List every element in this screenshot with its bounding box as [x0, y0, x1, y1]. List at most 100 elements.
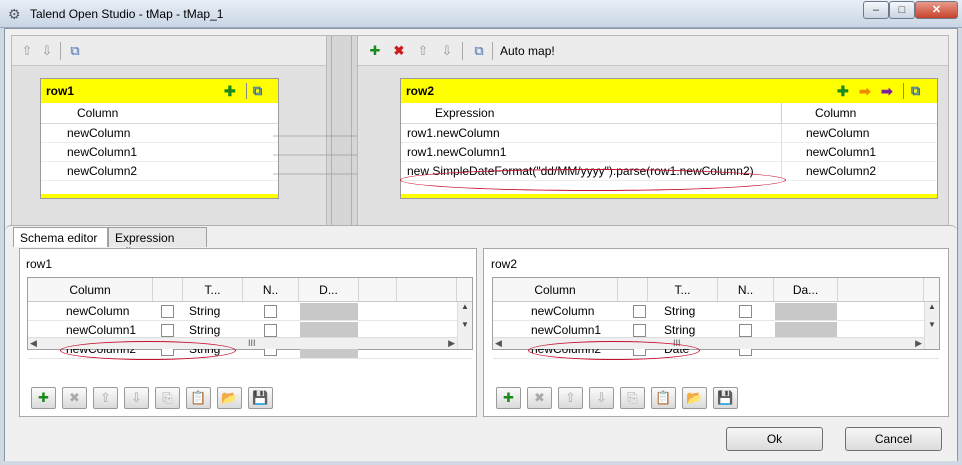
export-button[interactable]: 💾 [248, 387, 273, 409]
add-filter-icon[interactable]: ✚ [837, 79, 849, 103]
view-icon[interactable]: ⧉ [66, 42, 84, 60]
tab-expression-editor[interactable]: Expression editor [108, 227, 207, 259]
window-title: Talend Open Studio - tMap - tMap_1 [30, 7, 224, 21]
vertical-scrollbar[interactable]: ▲ ▼ [457, 302, 472, 349]
move-up-button[interactable]: ⇧ [93, 387, 118, 409]
schema-panel-row2: row2 Column T... N.. Da... newColumn Str… [483, 248, 949, 417]
column-cell[interactable]: newColumn [531, 302, 594, 321]
table-row[interactable]: newColumn [41, 124, 278, 143]
reject-icon[interactable]: ➡ [881, 79, 893, 103]
column-cell: newColumn1 [806, 145, 877, 159]
schema-grid: Column T... N.. D... newColumn String ne… [27, 277, 473, 359]
default-cell[interactable] [775, 303, 837, 320]
extra-header [838, 278, 924, 301]
down-arrow-icon[interactable]: ⇩ [438, 42, 456, 60]
up-arrow-icon[interactable]: ⇧ [414, 42, 432, 60]
expression-filter-icon[interactable]: ➡ [859, 79, 871, 103]
toolbar-separator [60, 42, 61, 60]
key-checkbox[interactable] [161, 305, 174, 318]
expression-cell[interactable]: row1.newColumn [407, 124, 500, 143]
add-icon[interactable]: ✚ [366, 42, 384, 60]
default-cell[interactable] [300, 303, 358, 320]
view-icon[interactable]: ⧉ [470, 42, 488, 60]
delete-row-button[interactable]: ✖ [527, 387, 552, 409]
expression-cell[interactable]: row1.newColumn1 [407, 143, 506, 162]
key-header[interactable] [153, 278, 183, 301]
key-checkbox[interactable] [633, 324, 646, 337]
minimize-button[interactable]: – [863, 1, 889, 19]
column-header[interactable]: Column [28, 278, 153, 301]
column-header: Column [815, 106, 857, 120]
delete-icon[interactable]: ✖ [390, 42, 408, 60]
tab-schema-editor[interactable]: Schema editor [13, 227, 108, 247]
paste-button[interactable]: 📋 [186, 387, 211, 409]
row-label: newColumn2 [67, 164, 138, 178]
nullable-header[interactable]: N.. [718, 278, 774, 301]
table-row[interactable]: newColumn2 [41, 162, 278, 181]
app-icon: ⚙ [8, 6, 21, 22]
key-checkbox[interactable] [161, 324, 174, 337]
cancel-button[interactable]: Cancel [845, 427, 942, 451]
nullable-checkbox[interactable] [739, 324, 752, 337]
table-row[interactable]: row1.newColumn newColumn [401, 124, 937, 143]
default-header[interactable]: D... [299, 278, 359, 301]
column-header[interactable]: Column [493, 278, 618, 301]
input-toolbar: ⇧ ⇩ ⧉ [12, 36, 326, 66]
toolbar-separator [462, 42, 463, 60]
maximize-button[interactable]: □ [889, 1, 915, 19]
table-row[interactable]: row1.newColumn1 newColumn1 [401, 143, 937, 162]
add-row-button[interactable]: ✚ [31, 387, 56, 409]
nullable-checkbox[interactable] [739, 305, 752, 318]
copy-button[interactable]: ⎘ [620, 387, 645, 409]
header-separator [903, 83, 904, 99]
key-checkbox[interactable] [633, 305, 646, 318]
type-cell[interactable]: String [189, 302, 220, 321]
column-cell[interactable]: newColumn [66, 302, 129, 321]
type-cell[interactable]: String [664, 302, 695, 321]
close-button[interactable]: ✕ [915, 1, 958, 19]
highlight-ellipse [60, 341, 236, 360]
schema-panel-row1: row1 Column T... N.. D... newColumn Stri… [19, 248, 477, 417]
import-button[interactable]: 📂 [217, 387, 242, 409]
toolbar-separator [492, 42, 493, 60]
output-zone: ✚ ✖ ⇧ ⇩ ⧉ Auto map! row2 ✚ ➡ ➡ ⧉ Express… [357, 35, 949, 247]
scroll-grip: III [248, 338, 256, 348]
add-row-button[interactable]: ✚ [496, 387, 521, 409]
table-row[interactable]: newColumn String [28, 302, 472, 321]
input-table-header: row1 ✚ ⧉ [41, 79, 278, 103]
column-cell: newColumn [806, 126, 870, 140]
copy-button[interactable]: ⎘ [155, 387, 180, 409]
input-table-column-header: Column [41, 103, 278, 124]
view-icon[interactable]: ⧉ [253, 79, 262, 103]
default-header[interactable]: Da... [774, 278, 838, 301]
dialog-body: ⇧ ⇩ ⧉ row1 ✚ ⧉ Column newColumn newColum… [4, 28, 958, 461]
add-filter-icon[interactable]: ✚ [224, 79, 236, 103]
output-table-column-header: Expression Column [401, 103, 937, 124]
auto-map-button[interactable]: Auto map! [500, 44, 555, 58]
table-row[interactable]: newColumn1 [41, 143, 278, 162]
down-arrow-icon[interactable]: ⇩ [38, 42, 56, 60]
import-button[interactable]: 📂 [682, 387, 707, 409]
ok-button[interactable]: Ok [726, 427, 823, 451]
up-arrow-icon[interactable]: ⇧ [18, 42, 36, 60]
vertical-scrollbar[interactable]: ▲ ▼ [924, 302, 939, 349]
output-table-name: row2 [406, 84, 435, 98]
extra-header [359, 278, 397, 301]
nullable-checkbox[interactable] [264, 305, 277, 318]
nullable-header[interactable]: N.. [243, 278, 299, 301]
delete-row-button[interactable]: ✖ [62, 387, 87, 409]
view-icon[interactable]: ⧉ [911, 79, 920, 103]
move-down-button[interactable]: ⇩ [124, 387, 149, 409]
type-header[interactable]: T... [183, 278, 243, 301]
highlight-ellipse [400, 169, 786, 191]
table-row[interactable]: newColumn String [493, 302, 939, 321]
paste-button[interactable]: 📋 [651, 387, 676, 409]
header-separator [246, 83, 247, 99]
move-up-button[interactable]: ⇧ [558, 387, 583, 409]
nullable-checkbox[interactable] [264, 324, 277, 337]
export-button[interactable]: 💾 [713, 387, 738, 409]
key-header[interactable] [618, 278, 648, 301]
output-table-header: row2 ✚ ➡ ➡ ⧉ [401, 79, 937, 103]
move-down-button[interactable]: ⇩ [589, 387, 614, 409]
type-header[interactable]: T... [648, 278, 718, 301]
